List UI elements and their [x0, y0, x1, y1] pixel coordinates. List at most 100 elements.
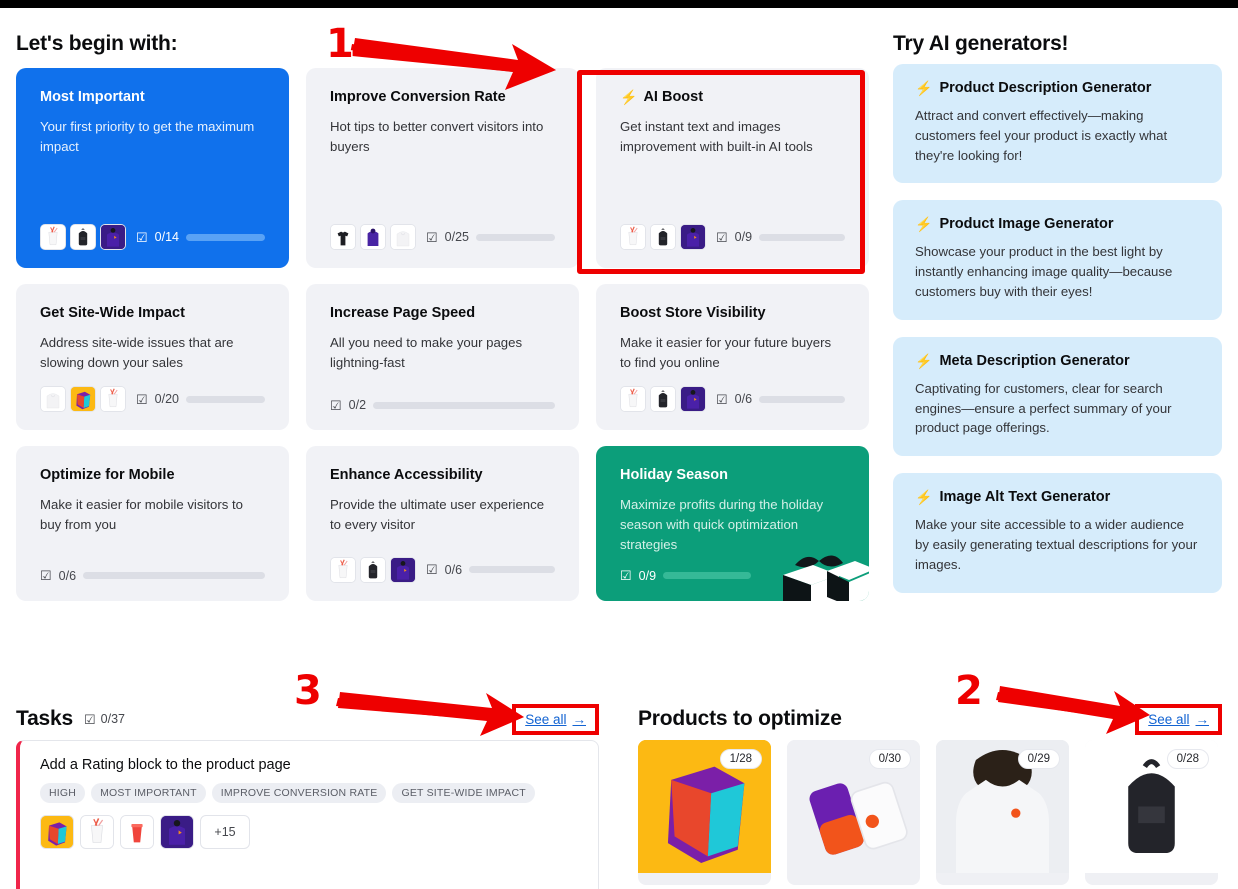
page-root: Let's begin with: Most Important Your fir…	[0, 8, 1238, 889]
ai-generator-card[interactable]: ⚡ Meta Description Generator Captivating f…	[893, 336, 1222, 457]
ai-generators-section: Try AI generators! ⚡ Product Description …	[893, 24, 1222, 610]
focus-card-title-label: Get Site-Wide Impact	[40, 305, 185, 321]
product-thumbnail-cup-with-straws	[100, 386, 126, 413]
progress-indicator: ☑ 0/9	[716, 230, 845, 244]
ai-generator-card[interactable]: ⚡ Product Description Generator Attract an…	[893, 64, 1222, 184]
focus-card[interactable]: ⚡ AI Boost Get instant text and images imp…	[596, 68, 869, 268]
focus-card[interactable]: Get Site-Wide Impact Address site-wide is…	[16, 284, 289, 431]
progress-count: 0/6	[444, 562, 463, 577]
task-tag[interactable]: HIGH	[40, 783, 86, 803]
task-tag[interactable]: IMPROVE CONVERSION RATE	[211, 783, 387, 803]
task-tag[interactable]: MOST IMPORTANT	[91, 783, 206, 803]
ai-generators-list: ⚡ Product Description Generator Attract an…	[893, 64, 1222, 593]
focus-card[interactable]: Holiday Season Maximize profits during th…	[596, 446, 869, 601]
focus-card-description: Make it easier for your future buyers to…	[620, 334, 832, 370]
progress-bar	[186, 233, 265, 241]
progress-bar	[373, 401, 555, 409]
focus-card-title-label: Increase Page Speed	[330, 305, 476, 321]
focus-card[interactable]: Improve Conversion Rate Hot tips to bette…	[306, 68, 579, 268]
progress-bar	[469, 566, 555, 574]
focus-card[interactable]: Most Important Your first priority to get…	[16, 68, 289, 268]
checkbox-checked-icon: ☑	[716, 229, 728, 245]
progress-bar	[663, 572, 752, 580]
checkbox-checked-icon: ☑	[40, 568, 52, 584]
progress-count: 0/6	[734, 392, 753, 407]
task-card[interactable]: Add a Rating block to the product page H…	[16, 740, 599, 889]
task-more-products[interactable]: +15	[200, 815, 250, 849]
progress-count: 0/9	[638, 568, 657, 583]
lightning-bolt-icon: ⚡	[620, 89, 638, 106]
checkbox-checked-icon: ☑	[136, 229, 148, 245]
focus-card-footer: ☑ 0/2	[330, 384, 555, 412]
product-card[interactable]: 0/28	[1085, 740, 1218, 885]
ai-generator-title-label: Image Alt Text Generator	[939, 489, 1111, 506]
product-thumbnail-cup-with-straws	[620, 386, 646, 413]
focus-card-title: Optimize for Mobile	[40, 466, 265, 485]
gift-box-illustration	[765, 531, 869, 601]
progress-bar	[759, 395, 845, 403]
product-progress-badge: 1/28	[719, 749, 762, 769]
focus-card-description: Make it easier for mobile visitors to bu…	[40, 497, 244, 533]
focus-card[interactable]: Optimize for Mobile Make it easier for mo…	[16, 446, 289, 601]
progress-count: 0/9	[734, 230, 753, 244]
product-card[interactable]: 0/30	[787, 740, 920, 885]
progress-count: 0/20	[154, 392, 179, 407]
focus-card-title-label: Most Important	[40, 89, 145, 105]
product-card[interactable]: 1/28	[638, 740, 771, 885]
task-thumbnail-cup-with-straws[interactable]	[80, 815, 114, 849]
tasks-header: Tasks ☑ 0/37 See all →	[16, 698, 599, 740]
checkbox-checked-icon: ☑	[716, 391, 728, 407]
checkbox-checked-icon: ☑	[84, 711, 96, 727]
products-see-all-label: See all	[1148, 711, 1190, 727]
progress-count: 0/6	[58, 568, 77, 583]
product-thumbnail-yellow-book	[70, 386, 96, 413]
begin-with-section: Let's begin with: Most Important Your fir…	[16, 24, 869, 601]
task-thumbnail-red-cup[interactable]	[120, 815, 154, 849]
task-thumbnails: +15	[40, 815, 578, 849]
focus-card-description: All you need to make your pages lightnin…	[330, 334, 523, 370]
ai-generator-card[interactable]: ⚡ Product Image Generator Showcase your pr…	[893, 200, 1222, 320]
product-thumbnail-purple-sweatshirt	[390, 556, 416, 583]
ai-generator-title-label: Product Image Generator	[939, 216, 1114, 233]
product-thumbnails	[40, 386, 126, 413]
focus-card[interactable]: Increase Page Speed All you need to make …	[306, 284, 579, 431]
product-progress-badge: 0/30	[868, 749, 911, 769]
tasks-section: Tasks ☑ 0/37 See all → Add a Rating bloc…	[16, 698, 599, 889]
lightning-bolt-icon: ⚡	[915, 489, 933, 506]
product-thumbnails	[40, 224, 126, 250]
page-title: Let's begin with:	[16, 32, 178, 55]
checkbox-checked-icon: ☑	[426, 562, 438, 578]
ai-generator-title: ⚡ Meta Description Generator	[915, 353, 1200, 369]
progress-bar	[186, 395, 265, 403]
focus-card-title: Enhance Accessibility	[330, 466, 555, 485]
task-title: Add a Rating block to the product page	[40, 757, 291, 773]
product-card[interactable]: 0/29	[936, 740, 1069, 885]
ai-generator-card[interactable]: ⚡ Image Alt Text Generator Make your site …	[893, 473, 1222, 593]
focus-card-footer: ☑ 0/6	[40, 555, 265, 583]
focus-card-title: ⚡ AI Boost	[620, 88, 845, 107]
arrow-right-icon: →	[1195, 711, 1210, 727]
progress-indicator: ☑ 0/6	[716, 392, 845, 406]
product-thumbnails	[620, 386, 706, 413]
progress-count: 0/25	[444, 230, 469, 244]
focus-card-footer: ☑ 0/14	[40, 210, 265, 250]
tasks-see-all-link[interactable]: See all →	[517, 708, 594, 730]
product-thumbnails	[620, 224, 706, 250]
product-thumbnail-purple-sweatshirt	[680, 224, 706, 250]
products-grid: 1/28 0/30 0/29 0/28	[638, 740, 1222, 885]
checkbox-checked-icon: ☑	[136, 391, 148, 407]
focus-card[interactable]: Enhance Accessibility Provide the ultimat…	[306, 446, 579, 601]
checkbox-checked-icon: ☑	[620, 568, 632, 584]
progress-count: 0/14	[154, 230, 179, 244]
products-title: Products to optimize	[638, 707, 842, 730]
progress-indicator: ☑ 0/20	[136, 392, 265, 406]
focus-card-footer: ☑ 0/6	[620, 372, 845, 413]
task-thumbnail-yellow-book[interactable]	[40, 815, 74, 849]
task-tag[interactable]: GET SITE-WIDE IMPACT	[392, 783, 535, 803]
task-thumbnail-purple-sweatshirt[interactable]	[160, 815, 194, 849]
product-thumbnail-cup-with-straws	[330, 556, 356, 583]
products-see-all-link[interactable]: See all →	[1140, 708, 1217, 730]
lightning-bolt-icon: ⚡	[915, 80, 933, 96]
tasks-count-value: 0/37	[100, 712, 125, 726]
focus-card[interactable]: Boost Store Visibility Make it easier for…	[596, 284, 869, 431]
